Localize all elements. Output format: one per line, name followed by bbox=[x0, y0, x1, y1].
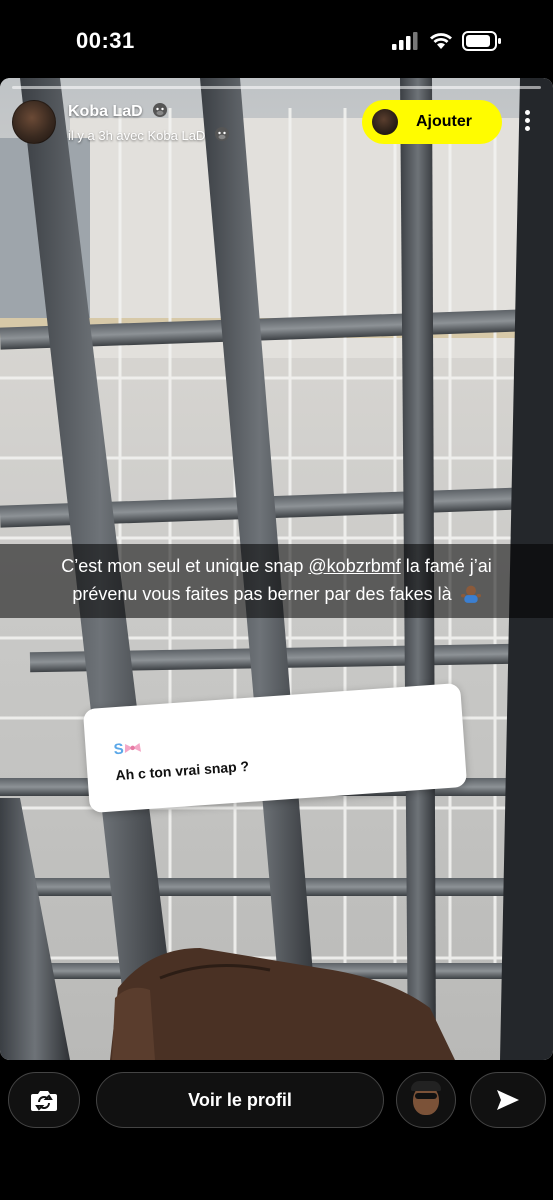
caption-line-1: C’est mon seul et unique snap @kobzrbmf … bbox=[0, 552, 553, 580]
bitmoji-button[interactable] bbox=[396, 1072, 456, 1128]
battery-icon bbox=[462, 31, 501, 51]
question-author: S bbox=[113, 739, 142, 758]
add-friend-avatar bbox=[372, 109, 398, 135]
add-friend-button[interactable]: Ajouter bbox=[362, 100, 502, 144]
avatar[interactable] bbox=[12, 100, 56, 144]
shrug-emoji bbox=[460, 585, 481, 603]
story-username[interactable]: Koba LaD bbox=[68, 102, 169, 121]
story-username-text: Koba LaD bbox=[68, 103, 143, 120]
bitmoji-avatar bbox=[411, 1081, 441, 1115]
view-profile-label: Voir le profil bbox=[188, 1089, 292, 1110]
add-friend-label: Ajouter bbox=[416, 113, 472, 130]
bottom-bar: Voir le profil bbox=[0, 1060, 553, 1200]
camera-swap-icon bbox=[31, 1091, 57, 1111]
gorilla-emoji bbox=[153, 103, 168, 117]
status-time: 00:31 bbox=[76, 28, 135, 53]
caption-text-pre: C’est mon seul et unique snap bbox=[61, 556, 309, 576]
caption-line-2: prévenu vous faites pas berner par des f… bbox=[0, 580, 553, 608]
camera-swap-button[interactable] bbox=[8, 1072, 80, 1128]
status-bar: 00:31 bbox=[0, 0, 553, 80]
caption-text-line2: prévenu vous faites pas berner par des f… bbox=[72, 584, 452, 604]
signal-icon bbox=[392, 32, 418, 50]
story-subtitle-text: il y a 3h avec Koba LaD bbox=[68, 128, 206, 143]
more-icon[interactable] bbox=[520, 110, 534, 136]
send-icon bbox=[497, 1090, 519, 1110]
bow-emoji bbox=[124, 742, 142, 753]
caption-mention[interactable]: @kobzrbmf bbox=[308, 556, 400, 576]
story-subtitle: il y a 3h avec Koba LaD bbox=[68, 126, 231, 143]
story-caption: C’est mon seul et unique snap @kobzrbmf … bbox=[0, 544, 553, 618]
question-text: Ah c ton vrai snap ? bbox=[114, 757, 250, 784]
story-progress-bar bbox=[12, 86, 541, 89]
view-profile-button[interactable]: Voir le profil bbox=[96, 1072, 384, 1128]
send-button[interactable] bbox=[470, 1072, 546, 1128]
caption-text-post: la famé j’ai bbox=[400, 556, 492, 576]
story-snap[interactable]: Koba LaD il y a 3h avec Koba LaD Ajouter… bbox=[0, 78, 553, 1060]
gorilla-emoji bbox=[214, 127, 229, 141]
wifi-icon bbox=[430, 33, 452, 49]
